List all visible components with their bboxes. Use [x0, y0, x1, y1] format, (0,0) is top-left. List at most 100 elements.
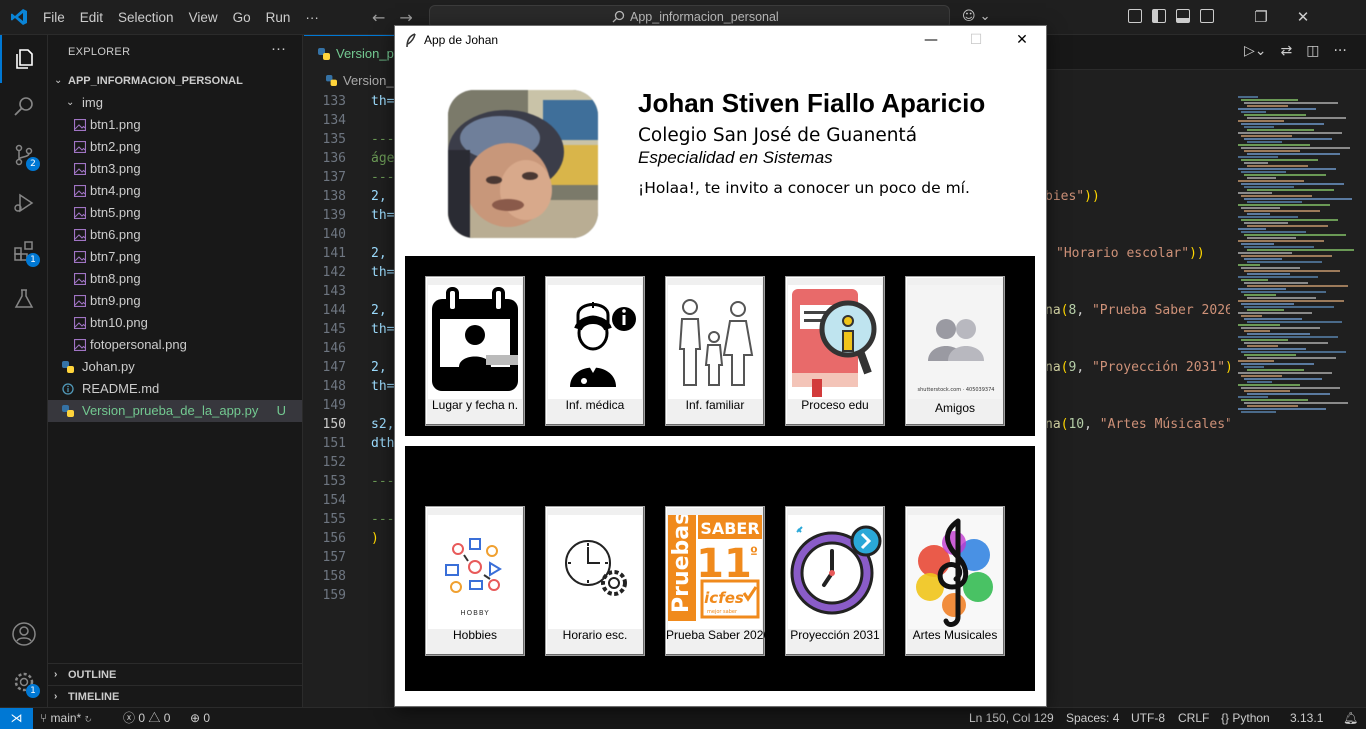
- minimap-line: [1241, 135, 1292, 137]
- card-prueba-saber[interactable]: Pruebas SABER 11 º icfes mejor saber Pru…: [665, 506, 770, 656]
- minimap-line: [1247, 105, 1288, 107]
- tree-file-python[interactable]: Version_prueba_de_la_app.py U: [48, 400, 302, 422]
- app-maximize-icon[interactable]: ☐: [953, 26, 999, 56]
- minimap-line: [1244, 174, 1326, 176]
- toggle-primary-sidebar-icon[interactable]: [1128, 9, 1142, 23]
- problems-status[interactable]: ⓧ 0 △ 0: [123, 708, 170, 729]
- eol-status[interactable]: CRLF: [1178, 708, 1209, 729]
- encoding-status[interactable]: UTF-8: [1131, 708, 1165, 729]
- app-minimize-icon[interactable]: —: [908, 26, 954, 56]
- timeline-section[interactable]: › TIMELINE: [48, 685, 302, 707]
- branch-status[interactable]: ⑂ main* ↻: [40, 708, 92, 729]
- back-arrow-icon[interactable]: ←: [372, 8, 385, 27]
- card-lugar-fecha[interactable]: Lugar y fecha n.: [425, 276, 525, 426]
- minimap-line: [1247, 273, 1290, 275]
- code-token: ,: [1084, 417, 1100, 432]
- minimap-line: [1244, 258, 1282, 260]
- menu-selection[interactable]: Selection: [118, 10, 174, 25]
- ports-status[interactable]: ⊕ 0: [190, 708, 210, 729]
- code-token: "Artes Músicales": [1099, 417, 1233, 432]
- python-version-status[interactable]: 3.13.1: [1290, 708, 1323, 729]
- search-activity[interactable]: [0, 83, 48, 131]
- language-status[interactable]: {} Python: [1221, 708, 1270, 729]
- more-actions-icon[interactable]: ···: [1333, 43, 1346, 59]
- minimap-line: [1238, 108, 1316, 110]
- compare-icon[interactable]: ⇄: [1281, 43, 1293, 59]
- tree-file-image[interactable]: btn6.png: [48, 224, 302, 246]
- card-horario[interactable]: Horario esc.: [545, 506, 645, 656]
- toggle-sidebar-left-icon[interactable]: [1152, 9, 1166, 23]
- close-icon[interactable]: ✕: [1282, 0, 1324, 35]
- code-token: "Horario escolar": [1056, 246, 1190, 261]
- tree-file-image[interactable]: btn7.png: [48, 246, 302, 268]
- card-artes-musicales[interactable]: Artes Musicales: [905, 506, 1005, 656]
- tree-file-image[interactable]: btn4.png: [48, 180, 302, 202]
- testing-activity[interactable]: [0, 275, 48, 323]
- tree-file-image[interactable]: btn9.png: [48, 290, 302, 312]
- tree-file-image[interactable]: btn8.png: [48, 268, 302, 290]
- minimap-line: [1247, 153, 1340, 155]
- minimap-line: [1244, 294, 1276, 296]
- menu-run[interactable]: Run: [266, 10, 291, 25]
- cursor-position[interactable]: Ln 150, Col 129: [969, 708, 1054, 729]
- split-editor-icon[interactable]: ◫: [1306, 43, 1319, 59]
- line-number: 133: [322, 94, 346, 109]
- card-inf-familiar[interactable]: Inf. familiar: [665, 276, 765, 426]
- run-debug-icon: [14, 193, 34, 213]
- accounts-activity[interactable]: [0, 610, 48, 658]
- run-debug-activity[interactable]: [0, 179, 48, 227]
- image-file-icon: [74, 251, 86, 263]
- manage-activity[interactable]: 1: [0, 658, 48, 706]
- menu-more[interactable]: ···: [305, 10, 319, 25]
- card-hobbies[interactable]: HOBBY Hobbies: [425, 506, 525, 656]
- line-number: 138: [322, 189, 346, 204]
- restore-icon[interactable]: ❐: [1240, 0, 1282, 35]
- copilot-icon[interactable]: ☺ ⌄: [962, 9, 991, 24]
- extensions-activity[interactable]: 1: [0, 227, 48, 275]
- tree-file-image[interactable]: btn5.png: [48, 202, 302, 224]
- menu-edit[interactable]: Edit: [80, 10, 103, 25]
- tree-file-image[interactable]: btn3.png: [48, 158, 302, 180]
- tree-file-image[interactable]: btn2.png: [48, 136, 302, 158]
- toggle-panel-icon[interactable]: [1176, 9, 1190, 23]
- minimap-line: [1247, 177, 1276, 179]
- toggle-secondary-sidebar-icon[interactable]: [1200, 9, 1214, 23]
- explorer-more-icon[interactable]: ···: [271, 40, 286, 57]
- minimap-line: [1244, 330, 1270, 332]
- minimap-line: [1241, 375, 1282, 377]
- tree-file-python[interactable]: Johan.py: [48, 356, 302, 378]
- explorer-activity[interactable]: [0, 35, 48, 83]
- run-python-icon[interactable]: ▷⌄: [1244, 43, 1267, 59]
- remote-indicator-icon[interactable]: ⋊: [0, 708, 33, 729]
- buttons-panel-2: HOBBY Hobbies Horario esc. Pruebas SABER…: [405, 446, 1035, 691]
- source-control-activity[interactable]: 2: [0, 131, 48, 179]
- chevron-right-icon: ›: [54, 691, 58, 702]
- image-file-icon: [74, 163, 86, 175]
- card-proyeccion[interactable]: Proyección 2031: [785, 506, 885, 656]
- tree-folder-img[interactable]: ⌄ img: [48, 92, 302, 114]
- card-proceso-edu[interactable]: Proceso edu: [785, 276, 885, 426]
- app-close-icon[interactable]: ✕: [999, 26, 1045, 56]
- card-label: Inf. familiar: [685, 398, 745, 412]
- minimap[interactable]: [1230, 92, 1366, 707]
- minimap-line: [1238, 180, 1304, 182]
- menu-go[interactable]: Go: [233, 10, 251, 25]
- indentation-status[interactable]: Spaces: 4: [1066, 708, 1119, 729]
- notifications-bell-icon[interactable]: 🔔︎: [1343, 708, 1358, 729]
- card-amigos[interactable]: shutterstock.com · 405039374 Amigos: [905, 276, 1005, 426]
- tree-file-image[interactable]: fotopersonal.png: [48, 334, 302, 356]
- menu-view[interactable]: View: [189, 10, 218, 25]
- tree-file-image[interactable]: btn10.png: [48, 312, 302, 334]
- minimap-line: [1247, 237, 1296, 239]
- outline-section[interactable]: › OUTLINE: [48, 663, 302, 685]
- card-inf-medica[interactable]: Inf. médica: [545, 276, 645, 426]
- tree-file-readme[interactable]: README.md: [48, 378, 302, 400]
- chevron-right-icon: ›: [54, 669, 58, 680]
- forward-arrow-icon[interactable]: →: [399, 8, 412, 27]
- line-number: 159: [322, 588, 346, 603]
- tab-version-prueba[interactable]: Version_prueba_de_la_app.py: [304, 35, 400, 70]
- tree-file-image[interactable]: btn1.png: [48, 114, 302, 136]
- menu-file[interactable]: File: [43, 10, 65, 25]
- tree-root-folder[interactable]: ⌄ APP_INFORMACION_PERSONAL: [48, 70, 302, 92]
- minimap-line: [1244, 102, 1338, 104]
